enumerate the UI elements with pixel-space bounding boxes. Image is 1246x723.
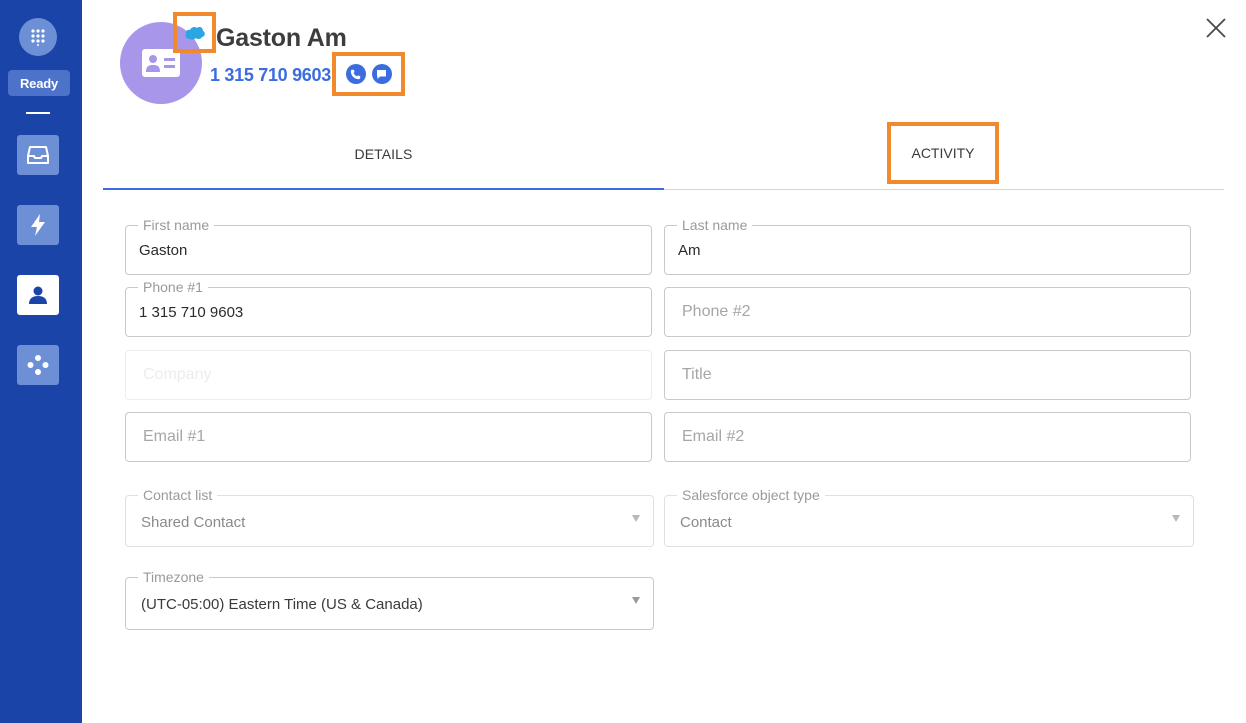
phone1-value: 1 315 710 9603	[139, 304, 244, 321]
phone2-field[interactable]: Phone #2	[664, 287, 1191, 337]
email1-placeholder: Email #1	[143, 428, 206, 445]
call-button[interactable]	[345, 64, 366, 84]
tab-bar: DETAILS	[103, 120, 1224, 190]
title-field[interactable]: Title	[664, 350, 1191, 400]
status-badge[interactable]: Ready	[8, 70, 70, 96]
company-field[interactable]: Company	[125, 350, 652, 400]
email2-placeholder: Email #2	[682, 428, 745, 445]
sidebar-item-contacts[interactable]	[17, 275, 59, 315]
sidebar-item-integrations[interactable]	[17, 345, 59, 385]
phone-icon	[350, 69, 361, 79]
contact-list-label: Contact list	[138, 487, 218, 503]
chevron-down-icon	[1172, 515, 1180, 522]
dots-network-icon	[27, 355, 49, 375]
email2-field[interactable]: Email #2	[664, 412, 1191, 462]
email1-field[interactable]: Email #1	[125, 412, 652, 462]
salesforce-cloud-icon	[185, 26, 205, 40]
salesforce-object-type-select[interactable]: Salesforce object type Contact	[664, 487, 1194, 547]
dialpad-icon	[31, 29, 45, 46]
last-name-field[interactable]: Last name Am	[664, 217, 1191, 275]
last-name-label: Last name	[677, 217, 753, 233]
message-button[interactable]	[371, 64, 392, 84]
inbox-icon	[27, 146, 49, 164]
first-name-label: First name	[138, 217, 215, 233]
timezone-select[interactable]: Timezone (UTC-05:00) Eastern Time (US & …	[125, 569, 654, 630]
timezone-value: (UTC-05:00) Eastern Time (US & Canada)	[141, 596, 423, 613]
close-button[interactable]	[1202, 14, 1230, 42]
status-divider	[26, 112, 50, 114]
contact-list-value: Shared Contact	[141, 514, 246, 531]
close-icon	[1206, 18, 1226, 38]
tab-details[interactable]: DETAILS	[103, 120, 664, 190]
contact-list-select[interactable]: Contact list Shared Contact	[125, 487, 654, 547]
salesforce-badge[interactable]	[173, 12, 216, 53]
contact-phone-link[interactable]: 1 315 710 9603	[210, 65, 331, 86]
title-placeholder: Title	[682, 366, 712, 383]
first-name-field[interactable]: First name Gaston	[125, 217, 652, 275]
sidebar: Ready	[0, 0, 82, 723]
sidebar-item-inbox[interactable]	[17, 135, 59, 175]
salesforce-object-type-label: Salesforce object type	[677, 487, 825, 503]
company-placeholder: Company	[143, 366, 212, 383]
phone2-placeholder: Phone #2	[682, 303, 751, 320]
last-name-value: Am	[678, 242, 701, 259]
chevron-down-icon	[632, 515, 640, 522]
phone1-label: Phone #1	[138, 279, 208, 295]
salesforce-object-type-value: Contact	[680, 514, 732, 531]
lightning-icon	[31, 214, 45, 236]
phone1-field[interactable]: Phone #1 1 315 710 9603	[125, 279, 652, 337]
chat-icon	[377, 69, 386, 79]
contact-actions	[332, 52, 405, 96]
tab-activity[interactable]: ACTIVITY	[887, 122, 999, 184]
dialpad-button[interactable]	[19, 18, 57, 56]
contact-name: Gaston Am	[216, 24, 347, 52]
timezone-label: Timezone	[138, 569, 209, 585]
chevron-down-icon	[632, 597, 640, 604]
person-icon	[29, 286, 47, 304]
sidebar-item-lightning[interactable]	[17, 205, 59, 245]
first-name-value: Gaston	[139, 242, 188, 259]
